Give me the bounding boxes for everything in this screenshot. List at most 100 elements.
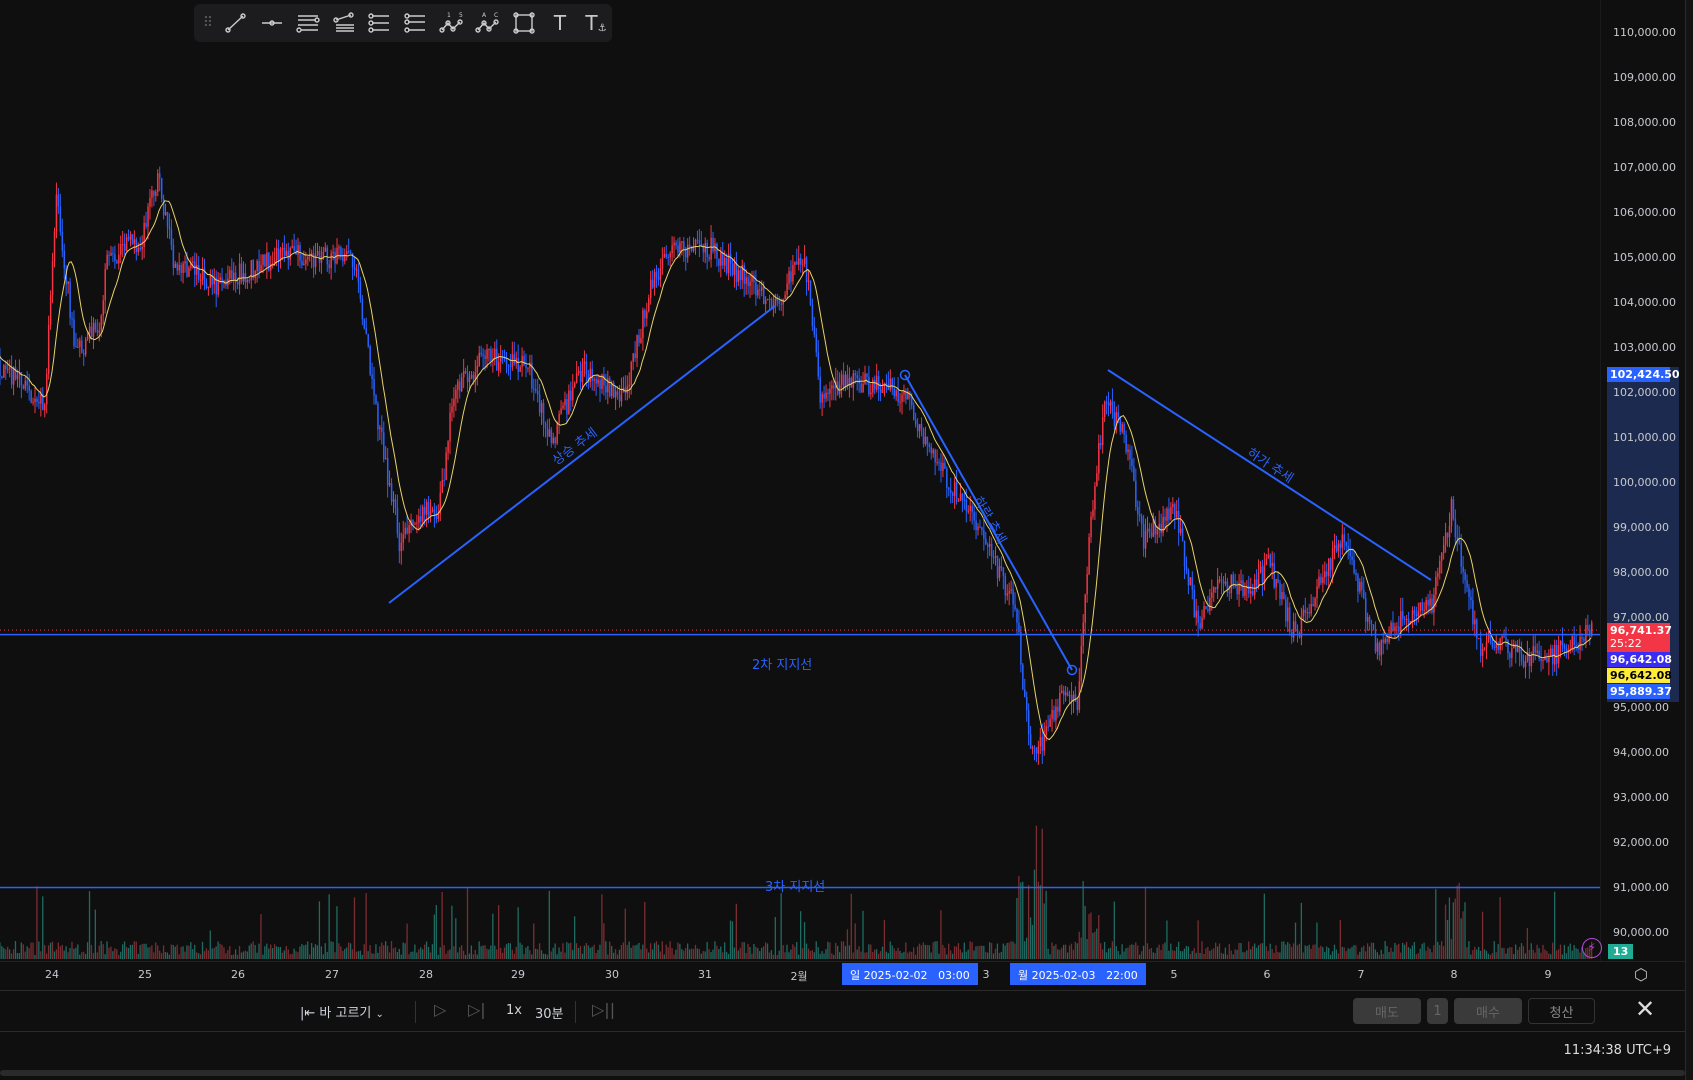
candle-body [1355,573,1357,576]
axis-settings-icon[interactable]: ⬡ [1634,965,1648,984]
buy-button[interactable]: 매수 [1454,998,1522,1024]
price-chart[interactable] [0,0,1600,961]
volume-bar [145,943,147,959]
sell-button[interactable]: 매도 [1353,998,1421,1024]
price-tick: 93,000.00 [1613,790,1669,804]
abcd-pattern-tool-icon[interactable]: AC [472,7,504,39]
step-forward-icon[interactable]: ▷| [468,1000,486,1019]
drag-handle-icon[interactable]: ⠿ [200,7,216,39]
candle-body [846,374,849,387]
candle-body [455,389,457,400]
candle-body [57,194,60,207]
anchored-text-glyph: T [585,11,598,35]
candle-body [1142,523,1145,549]
alert-lightning-icon[interactable]: ⚡ [1582,938,1602,958]
volume-bar [1423,942,1425,959]
volume-bar [1398,943,1400,959]
candle-body [1446,532,1449,538]
volume-bar [24,951,26,959]
elliott-wave-tool-icon[interactable]: 15 [436,7,468,39]
time-tick: 9 [1544,968,1552,981]
volume-bar [1088,914,1090,959]
candle-body [1031,747,1034,749]
play-icon[interactable]: ▷ [434,1000,446,1019]
volume-bar [965,951,967,959]
support3-label[interactable]: 3차 지지선 [765,876,825,895]
candle-body [275,248,278,261]
speed-button[interactable]: 1x [506,1003,522,1018]
volume-bar [566,942,568,959]
candle-body [990,544,993,557]
interval-button[interactable]: 30분 [535,1003,564,1022]
volume-bar [979,945,981,959]
volume-bar [1072,949,1075,959]
fib-retracement-tool-icon[interactable] [364,7,396,39]
quantity-field[interactable]: 1 [1427,998,1448,1024]
time-axis[interactable]: 24 25 26 27 28 29 30 31 2월 3 5 6 7 8 9 일 2025-02-02 03… [0,961,1685,987]
horizontal-ray-tool-icon[interactable] [256,7,288,39]
volume-bar [28,948,30,959]
volume-bar [1107,948,1110,959]
volume-bar [1359,951,1361,959]
volume-bar [803,922,806,959]
candle-body [1419,602,1422,612]
volume-bar [702,951,704,959]
volume-bar [971,942,973,959]
volume-bar [1472,950,1474,959]
candle-body [1553,644,1556,665]
candle-body [1485,642,1488,648]
candle-body [357,269,360,283]
trend-line-tool-icon[interactable] [220,7,252,39]
right-panel-edge[interactable] [1685,0,1693,1080]
candle-body [708,257,710,260]
volume-bar [1181,951,1184,959]
close-position-button[interactable]: 청산 [1528,998,1595,1024]
volume-bar [1324,951,1326,959]
volume-bar [811,950,813,959]
support2-label[interactable]: 2차 지지선 [752,654,812,673]
candle-body [123,244,126,251]
volume-bar [51,941,54,959]
candle-body [585,361,588,375]
volume-bar [484,945,486,959]
volume-bar [675,949,677,959]
volume-bar [644,902,646,959]
fib-extension-tool-icon[interactable] [400,7,432,39]
volume-bar [761,947,763,959]
volume-bar [1292,943,1295,959]
pitchfork-tool-icon[interactable] [328,7,360,39]
candle-body [346,251,348,255]
candle-body [969,505,971,511]
select-bar-button[interactable]: |⇤ 바 고르기 ⌄ [300,1002,384,1021]
anchored-text-tool-icon[interactable]: T ⚓ [580,7,612,39]
volume-bar [402,942,404,959]
candle-body [655,271,658,278]
candle-body [1585,624,1587,641]
candle-body [1518,647,1521,654]
jump-to-realtime-icon[interactable]: ▷|| [592,1000,615,1019]
volume-bar [1329,954,1332,959]
volume-bar [227,950,229,959]
candle-body [550,429,553,443]
candle-body [1051,709,1053,719]
volume-bar [1154,952,1156,959]
volume-bar [170,944,172,959]
volume-bar [831,953,833,959]
volume-bar [704,951,706,959]
text-tool-icon[interactable]: T [544,7,576,39]
candle-body [178,264,180,271]
volume-bar [1427,946,1429,959]
candle-body [1320,576,1322,584]
candle-body [404,527,406,535]
candle-body [761,287,763,291]
parallel-channel-tool-icon[interactable] [292,7,324,39]
close-icon[interactable]: ✕ [1635,995,1655,1023]
bottom-scrollbar[interactable] [0,1070,1685,1076]
status-bar: 11:34:38 UTC+9 [0,1032,1685,1070]
rectangle-tool-icon[interactable] [508,7,540,39]
candle-body [509,365,512,367]
volume-bar [1281,941,1283,959]
volume-bar [44,945,46,959]
volume-bar [1559,944,1562,959]
candle-body [1421,602,1424,611]
